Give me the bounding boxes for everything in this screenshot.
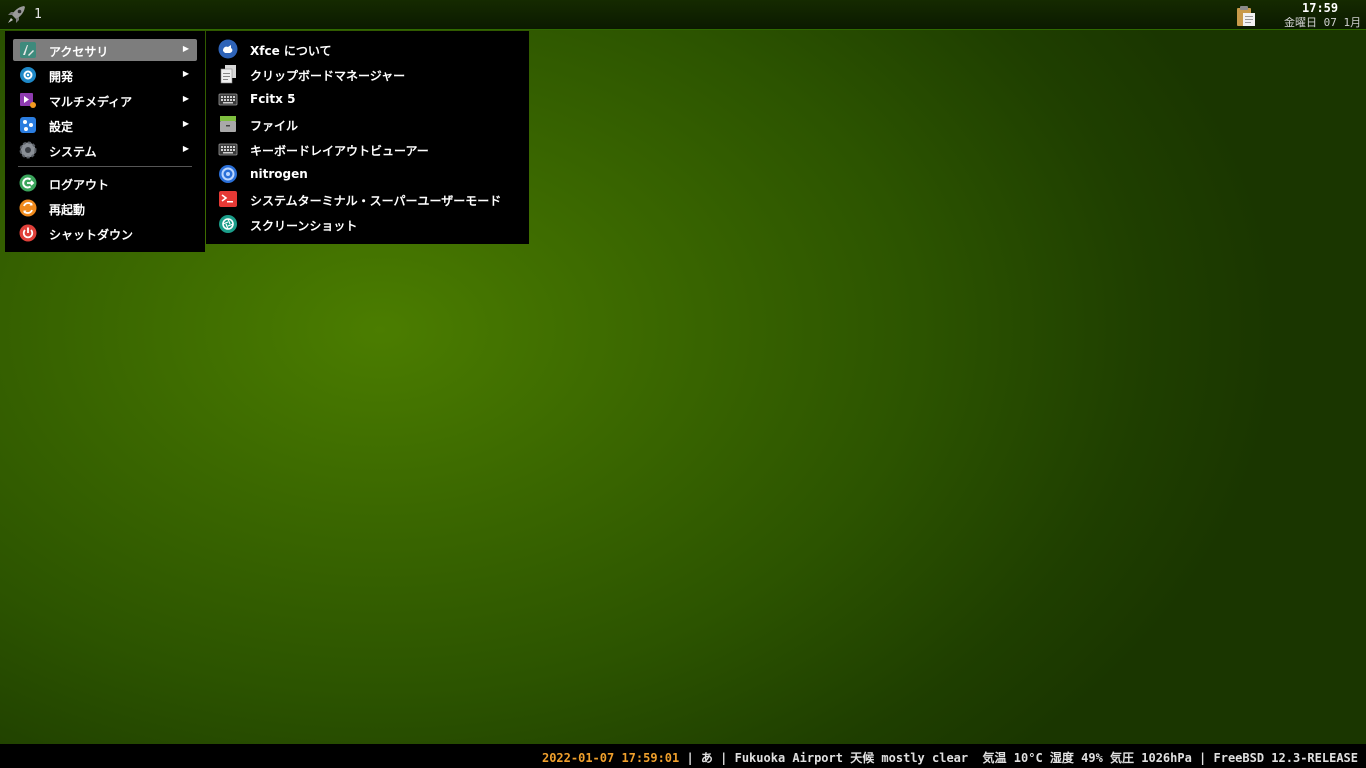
menu-item-label: マルチメディア — [49, 95, 133, 109]
settings-icon — [20, 117, 36, 133]
multimedia-icon — [20, 93, 36, 108]
submenu-arrow-icon: ▶ — [182, 44, 189, 53]
submenu-arrow-icon: ▶ — [182, 119, 189, 128]
menu-item-label: 開発 — [49, 70, 74, 84]
menu-separator — [18, 166, 192, 167]
submenu-item-label: ファイル — [250, 119, 299, 133]
menu-item-label: 設定 — [49, 120, 74, 134]
submenu-item-label: システムターミナル・スーパーユーザーモード — [250, 194, 502, 208]
menu-item-development[interactable]: 開発 ▶ — [13, 64, 197, 86]
submenu-item-nitrogen[interactable]: nitrogen — [214, 163, 522, 185]
submenu-item-label: キーボードレイアウトビューアー — [250, 144, 429, 158]
clipboard-tray-button[interactable] — [1234, 4, 1258, 28]
status-datetime: 2022-01-07 17:59:01 — [541, 751, 680, 765]
logout-icon — [19, 174, 37, 192]
restart-icon — [19, 199, 37, 217]
clipboard-icon — [220, 65, 236, 84]
menu-item-settings[interactable]: 設定 ▶ — [13, 114, 197, 136]
status-text: 2022-01-07 17:59:01 | あ | Fukuoka Airpor… — [542, 749, 1358, 766]
clipboard-icon — [1237, 6, 1255, 26]
menu-item-shutdown[interactable]: シャットダウン — [13, 222, 197, 244]
submenu-item-about-xfce[interactable]: Xfce について — [214, 38, 522, 60]
submenu-item-label: nitrogen — [250, 167, 308, 181]
submenu-item-fcitx5[interactable]: Fcitx 5 — [214, 88, 522, 110]
submenu-arrow-icon: ▶ — [182, 94, 189, 103]
application-menu: アクセサリ ▶ 開発 ▶ マルチメディア ▶ 設定 ▶ システム ▶ ログアウト… — [5, 31, 205, 252]
keyboard-icon — [218, 93, 238, 106]
submenu-item-label: Fcitx 5 — [250, 92, 296, 106]
status-info: | あ | Fukuoka Airport 天候 mostly clear 気温… — [679, 751, 1358, 765]
menu-item-label: システム — [49, 145, 97, 159]
menu-item-label: アクセサリ — [49, 45, 109, 59]
file-manager-icon — [220, 116, 236, 132]
menu-item-accessories[interactable]: アクセサリ ▶ — [13, 39, 197, 61]
accessories-icon — [20, 42, 36, 58]
shutdown-icon — [19, 224, 37, 242]
submenu-arrow-icon: ▶ — [182, 69, 189, 78]
submenu-item-keyboard-layout-viewer[interactable]: キーボードレイアウトビューアー — [214, 138, 522, 160]
submenu-item-label: クリップボードマネージャー — [250, 69, 406, 83]
menu-item-label: シャットダウン — [49, 228, 134, 242]
top-panel: 1 17:59 金曜日 07 1月 — [0, 0, 1366, 30]
xfce-icon — [218, 39, 238, 59]
submenu-item-root-terminal[interactable]: システムターミナル・スーパーユーザーモード — [214, 188, 522, 210]
submenu-item-clipboard-manager[interactable]: クリップボードマネージャー — [214, 63, 522, 85]
clock-date: 金曜日 07 1月 — [1284, 17, 1362, 29]
submenu-item-label: スクリーンショット — [250, 219, 358, 233]
submenu-item-label: Xfce について — [250, 44, 332, 58]
submenu-arrow-icon: ▶ — [182, 144, 189, 153]
menu-item-label: 再起動 — [49, 203, 86, 217]
menu-item-multimedia[interactable]: マルチメディア ▶ — [13, 89, 197, 111]
keyboard-layout-icon — [218, 143, 238, 156]
system-icon — [19, 141, 37, 159]
accessories-submenu: Xfce について クリップボードマネージャー Fcitx 5 ファイル キーボ… — [206, 31, 529, 244]
submenu-item-files[interactable]: ファイル — [214, 113, 522, 135]
menu-item-label: ログアウト — [49, 178, 110, 192]
clock-time[interactable]: 17:59 — [1302, 1, 1338, 15]
status-bar: 2022-01-07 17:59:01 | あ | Fukuoka Airpor… — [0, 744, 1366, 768]
workspace-indicator[interactable]: 1 — [34, 7, 42, 22]
app-launcher-button[interactable] — [4, 3, 28, 27]
menu-item-restart[interactable]: 再起動 — [13, 197, 197, 219]
development-icon — [20, 67, 36, 83]
screenshot-icon — [219, 215, 237, 233]
terminal-icon — [219, 191, 237, 207]
menu-item-system[interactable]: システム ▶ — [13, 139, 197, 161]
submenu-item-screenshot[interactable]: スクリーンショット — [214, 213, 522, 235]
nitrogen-icon — [219, 165, 237, 183]
menu-item-logout[interactable]: ログアウト — [13, 172, 197, 194]
rocket-icon — [8, 6, 25, 23]
